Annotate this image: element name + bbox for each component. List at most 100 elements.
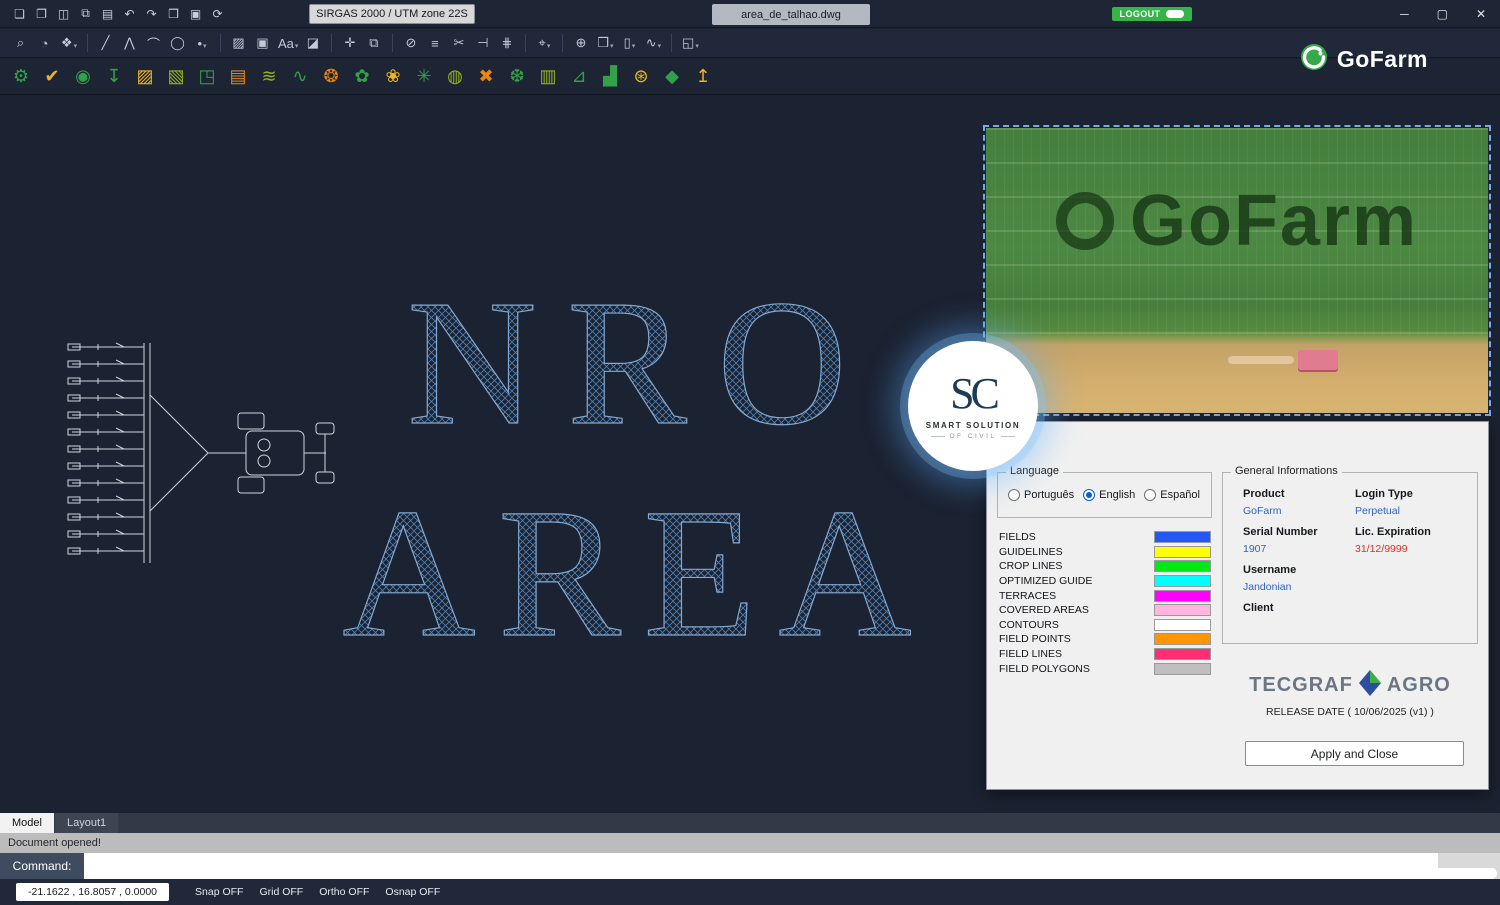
gofarm-pattern-icon[interactable]: ❆ — [504, 64, 530, 90]
hatch-text-line1[interactable]: NRO — [406, 265, 877, 463]
status-flag[interactable]: Snap OFF — [195, 886, 243, 898]
properties-icon[interactable]: ≡ — [424, 32, 446, 54]
gofarm-plant-icon[interactable]: ❀ — [380, 64, 406, 90]
toolbar-divider[interactable] — [331, 34, 333, 52]
orbit-icon[interactable]: ◔ — [34, 32, 56, 54]
gofarm-chart-icon[interactable]: ▟ — [597, 64, 623, 90]
gofarm-rows-icon[interactable]: ▤ — [225, 64, 251, 90]
tractor-drawing[interactable] — [58, 335, 358, 575]
crs-button[interactable]: SIRGAS 2000 / UTM zone 22S — [309, 4, 475, 24]
status-flag[interactable]: Osnap OFF — [385, 886, 440, 898]
layer-row[interactable]: GUIDELINES — [999, 545, 1211, 560]
gofarm-download-icon[interactable]: ↧ — [101, 64, 127, 90]
layer-row[interactable]: FIELD LINES — [999, 647, 1211, 662]
maximize-button[interactable]: ▢ — [1437, 7, 1448, 21]
arc-tool-icon[interactable]: ⌒ — [143, 32, 165, 54]
gofarm-terrace-icon[interactable]: ≋ — [256, 64, 282, 90]
tab-model[interactable]: Model — [0, 813, 54, 833]
gofarm-plot-icon[interactable]: ◳ — [194, 64, 220, 90]
layer-row[interactable]: COVERED AREAS — [999, 603, 1211, 618]
close-button[interactable]: ✕ — [1476, 7, 1486, 21]
toolbar-divider[interactable] — [220, 34, 221, 52]
refresh-icon[interactable]: ⟳ — [208, 4, 227, 23]
radio-espanol[interactable]: Español — [1144, 489, 1200, 501]
trim-tool-icon[interactable]: ✂ — [448, 32, 470, 54]
tab-layout1[interactable]: Layout1 — [54, 813, 119, 833]
insert-block-icon[interactable]: ⊕ — [570, 32, 592, 54]
undo-icon[interactable]: ↶ — [120, 4, 139, 23]
gofarm-crop-icon[interactable]: ✿ — [349, 64, 375, 90]
circle-tool-icon[interactable]: ◯ — [167, 32, 189, 54]
erase-tool-icon[interactable]: ⊘ — [400, 32, 422, 54]
layer-color-swatch[interactable] — [1154, 589, 1211, 602]
layer-color-swatch[interactable] — [1154, 545, 1211, 558]
select-tool-icon[interactable]: ⌖ — [533, 32, 555, 54]
zoom-icon[interactable]: ⌕ — [10, 32, 32, 54]
viewport-tool-icon[interactable]: ◱ — [679, 32, 701, 54]
hatch-text-line2[interactable]: AREA — [342, 470, 934, 665]
document-tab[interactable]: area_de_talhao.dwg — [712, 4, 870, 25]
polyline-tool-icon[interactable]: ⋀ — [119, 32, 141, 54]
new-file-icon[interactable]: ❏ — [10, 4, 29, 23]
save-icon[interactable]: ◫ — [54, 4, 73, 23]
aerial-photo[interactable]: GoFarm — [983, 125, 1491, 416]
layer-color-swatch[interactable] — [1154, 648, 1211, 661]
toolbar-divider[interactable] — [392, 34, 394, 52]
extend-tool-icon[interactable]: ⊣ — [472, 32, 494, 54]
paste-icon[interactable]: ▣ — [186, 4, 205, 23]
gofarm-remove-icon[interactable]: ✖ — [473, 64, 499, 90]
gofarm-settings-icon[interactable]: ⚙ — [8, 64, 34, 90]
layer-row[interactable]: CROP LINES — [999, 559, 1211, 574]
layer-row[interactable]: FIELDS — [999, 530, 1211, 545]
layer-color-swatch[interactable] — [1154, 575, 1211, 588]
gofarm-globe-icon[interactable]: ⊛ — [628, 64, 654, 90]
redo-icon[interactable]: ↷ — [142, 4, 161, 23]
gofarm-pin-icon[interactable]: ◉ — [70, 64, 96, 90]
hatch-tool-icon[interactable]: ▨ — [228, 32, 250, 54]
line-tool-icon[interactable]: ╱ — [95, 32, 117, 54]
block-tool-icon[interactable]: ❒ — [594, 32, 616, 54]
layer-color-swatch[interactable] — [1154, 618, 1211, 631]
gofarm-slope-icon[interactable]: ⊿ — [566, 64, 592, 90]
gofarm-check-icon[interactable]: ✔ — [39, 64, 65, 90]
layer-row[interactable]: TERRACES — [999, 588, 1211, 603]
gofarm-upload-icon[interactable]: ↥ — [690, 64, 716, 90]
layer-color-swatch[interactable] — [1154, 633, 1211, 646]
copy-tool-icon[interactable]: ⧉ — [363, 32, 385, 54]
copy-icon[interactable]: ❒ — [164, 4, 183, 23]
gofarm-tag-icon[interactable]: ◆ — [659, 64, 685, 90]
region-tool-icon[interactable]: ▣ — [252, 32, 274, 54]
image-tool-icon[interactable]: ◪ — [302, 32, 324, 54]
toolbar-divider[interactable] — [87, 34, 88, 52]
toolbar-divider[interactable] — [562, 34, 564, 52]
gofarm-spray-icon[interactable]: ✳ — [411, 64, 437, 90]
command-input[interactable] — [84, 853, 1438, 879]
layer-color-swatch[interactable] — [1154, 604, 1211, 617]
gofarm-guideline-icon[interactable]: ▧ — [163, 64, 189, 90]
hatched-text-group[interactable]: NRO AREA — [330, 265, 950, 665]
text-tool-icon[interactable]: Aa — [276, 32, 300, 54]
status-flag[interactable]: Ortho OFF — [319, 886, 369, 898]
clipboard-tool-icon[interactable]: ▯ — [618, 32, 640, 54]
gofarm-coverage-icon[interactable]: ◍ — [442, 64, 468, 90]
status-flag[interactable]: Grid OFF — [259, 886, 303, 898]
layer-row[interactable]: CONTOURS — [999, 618, 1211, 633]
layer-row[interactable]: FIELD POINTS — [999, 632, 1211, 647]
apply-and-close-button[interactable]: Apply and Close — [1245, 741, 1464, 766]
layer-row[interactable]: OPTIMIZED GUIDE — [999, 574, 1211, 589]
gofarm-lines-icon[interactable]: ▥ — [535, 64, 561, 90]
layers-icon[interactable]: ❖ — [58, 32, 80, 54]
measure-tool-icon[interactable]: ∿ — [642, 32, 664, 54]
save-all-icon[interactable]: ⧉ — [76, 4, 95, 23]
print-icon[interactable]: ▤ — [98, 4, 117, 23]
point-tool-icon[interactable]: • — [191, 32, 213, 54]
open-file-icon[interactable]: ❐ — [32, 4, 51, 23]
horizontal-scrollbar-thumb[interactable] — [1398, 868, 1497, 879]
layer-row[interactable]: FIELD POLYGONS — [999, 661, 1211, 676]
radio-english[interactable]: English — [1083, 489, 1135, 501]
minimize-button[interactable]: ─ — [1400, 7, 1409, 21]
snap-settings-icon[interactable]: ⋕ — [496, 32, 518, 54]
layer-color-swatch[interactable] — [1154, 531, 1211, 544]
gofarm-field-hatch-icon[interactable]: ▨ — [132, 64, 158, 90]
toolbar-divider[interactable] — [671, 34, 673, 52]
